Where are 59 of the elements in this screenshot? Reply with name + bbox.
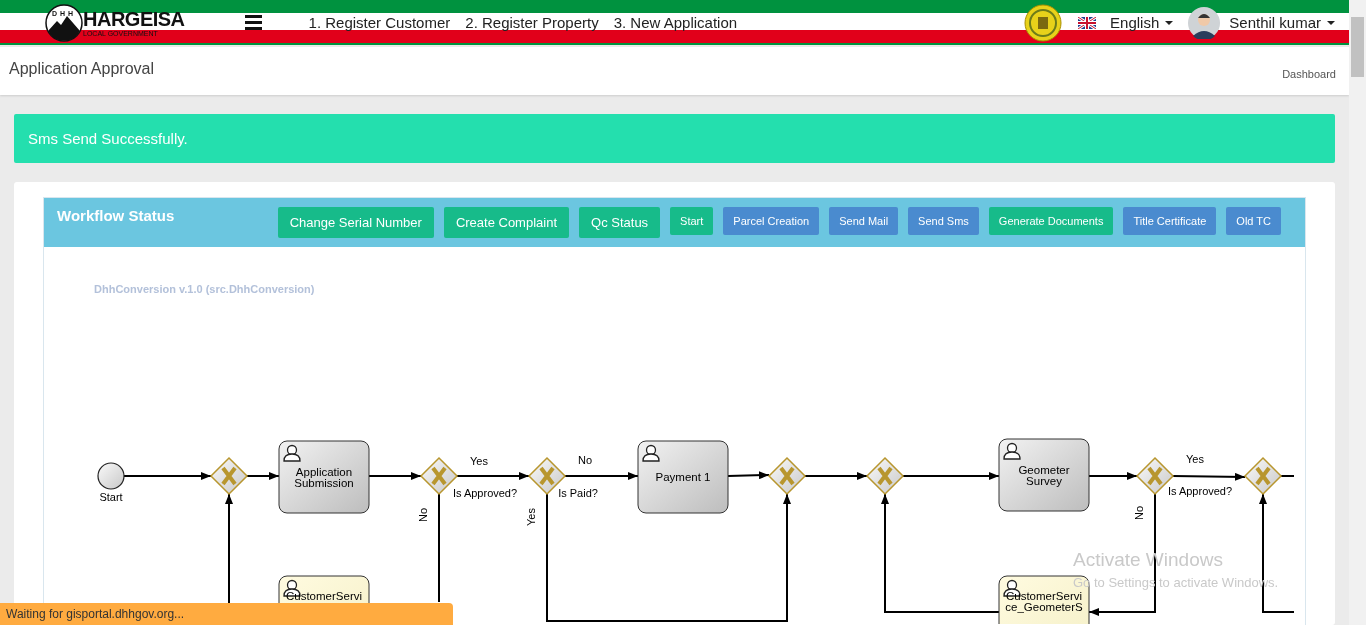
gateway-icon (1135, 456, 1175, 496)
edge-label: No (417, 507, 429, 523)
flow-arrow (804, 472, 868, 480)
emblem-icon (1024, 3, 1063, 42)
menu-icon[interactable] (244, 15, 262, 30)
edge-label: Is Approved? (452, 487, 518, 499)
action-button[interactable]: Old TC (1226, 207, 1281, 235)
action-button[interactable]: Change Serial Number (277, 207, 434, 238)
edge-label: No (577, 454, 593, 466)
gateway-icon (209, 456, 249, 496)
user-icon (283, 444, 301, 462)
edge-label: Yes (525, 508, 537, 526)
edge-label: Yes (1186, 453, 1204, 465)
nav-link[interactable]: 3. New Application (613, 14, 738, 31)
flow-arrow (727, 471, 770, 480)
action-button[interactable]: Generate Documents (988, 207, 1114, 235)
edge-label: Is Paid? (558, 487, 598, 499)
user-icon (642, 444, 660, 462)
success-alert: Sms Send Successfully. (14, 114, 1335, 163)
action-button[interactable]: Send Sms (908, 207, 979, 235)
nav-link[interactable]: 1. Register Customer (308, 14, 451, 31)
page-title: Application Approval (9, 60, 154, 79)
edge-label: No (1133, 505, 1145, 521)
scroll-thumb[interactable] (1351, 17, 1364, 77)
action-button[interactable]: Qc Status (579, 207, 661, 238)
logo-title: HARGEISA (83, 8, 185, 29)
task-label: Geometer Survey (1018, 463, 1070, 487)
flow-arrow (246, 472, 280, 480)
task-label: Payment 1 (655, 471, 711, 483)
action-button[interactable]: Send Mail (829, 207, 899, 235)
flag-icon (1078, 16, 1097, 29)
language-menu[interactable]: English (1078, 14, 1174, 31)
diagram-title: DhhConversion v.1.0 (src.DhhConversion) (94, 283, 315, 295)
action-button[interactable]: Create Complaint (443, 207, 570, 238)
start-event (97, 462, 125, 490)
task-label: Application Submission (294, 465, 354, 489)
gateway-icon (767, 456, 807, 496)
gateway-icon (419, 456, 459, 496)
flow-arrow (1088, 472, 1138, 480)
task-label: CustomerServi (285, 590, 363, 602)
user-icon (1003, 442, 1021, 460)
gateway-icon (527, 456, 567, 496)
status-bar: Waiting for gisportal.dhhgov.org... (0, 603, 453, 625)
flow-arrow (368, 472, 422, 480)
action-button[interactable]: Title Certificate (1123, 207, 1217, 235)
task-label: CustomerServi ce_GeometerS (1005, 590, 1083, 613)
edge-label: Is Approved? (1167, 485, 1233, 497)
action-button[interactable]: Start (670, 207, 714, 235)
avatar (1188, 6, 1221, 39)
action-button[interactable]: Parcel Creation (723, 207, 820, 235)
nav-link[interactable]: 2. Register Property (465, 14, 599, 31)
panel-title: Workflow Status (57, 207, 175, 224)
flow-line (1280, 475, 1295, 477)
edge-label: Yes (470, 455, 488, 467)
gateway-icon (1243, 456, 1283, 496)
breadcrumb-link[interactable]: Dashboard (1282, 68, 1336, 95)
start-label: Start (99, 491, 123, 503)
user-menu[interactable]: Senthil kumar (1188, 6, 1335, 39)
gateway-icon (865, 456, 905, 496)
